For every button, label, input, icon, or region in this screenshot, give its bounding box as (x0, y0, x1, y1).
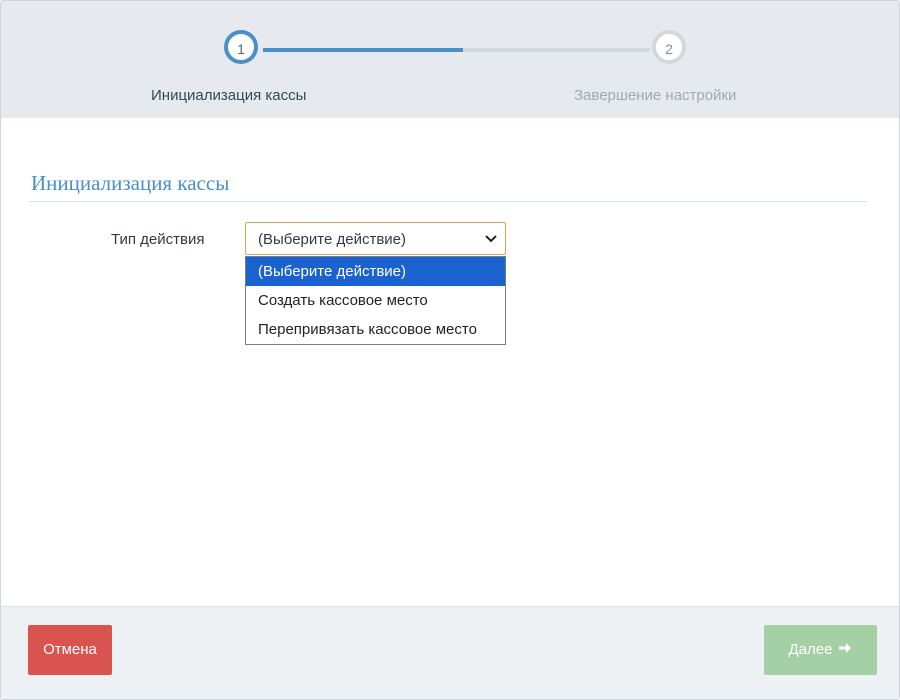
stepper-track-completed (263, 48, 463, 52)
action-type-dropdown-list: (Выберите действие) Создать кассовое мес… (245, 256, 506, 345)
step-2-indicator: 2 (652, 30, 686, 64)
stepper-track-pending (463, 48, 650, 52)
dropdown-option-create-register[interactable]: Создать кассовое место (246, 286, 505, 315)
action-type-label: Тип действия (111, 231, 205, 248)
step-2-label: Завершение настройки (574, 87, 737, 104)
chevron-down-icon (485, 235, 497, 243)
dropdown-option-rebind-register[interactable]: Перепривязать кассовое место (246, 315, 505, 344)
dropdown-option-choose[interactable]: (Выберите действие) (246, 257, 505, 286)
section-title: Инициализация кассы (31, 171, 230, 195)
next-button[interactable]: Далее (764, 625, 877, 675)
wizard-stepper: 1 Инициализация кассы 2 Завершение настр… (1, 1, 899, 118)
step-1-label: Инициализация кассы (151, 87, 307, 104)
next-button-label: Далее (788, 641, 833, 658)
action-type-select-value: (Выберите действие) (258, 231, 407, 248)
dialog-footer: Отмена Далее (1, 606, 899, 699)
arrow-right-icon (839, 643, 852, 654)
setup-wizard-dialog: 1 Инициализация кассы 2 Завершение настр… (0, 0, 900, 700)
step-1-indicator: 1 (224, 30, 258, 64)
cancel-button[interactable]: Отмена (28, 625, 112, 675)
action-type-select[interactable]: (Выберите действие) (245, 222, 506, 255)
section-divider (29, 201, 867, 202)
